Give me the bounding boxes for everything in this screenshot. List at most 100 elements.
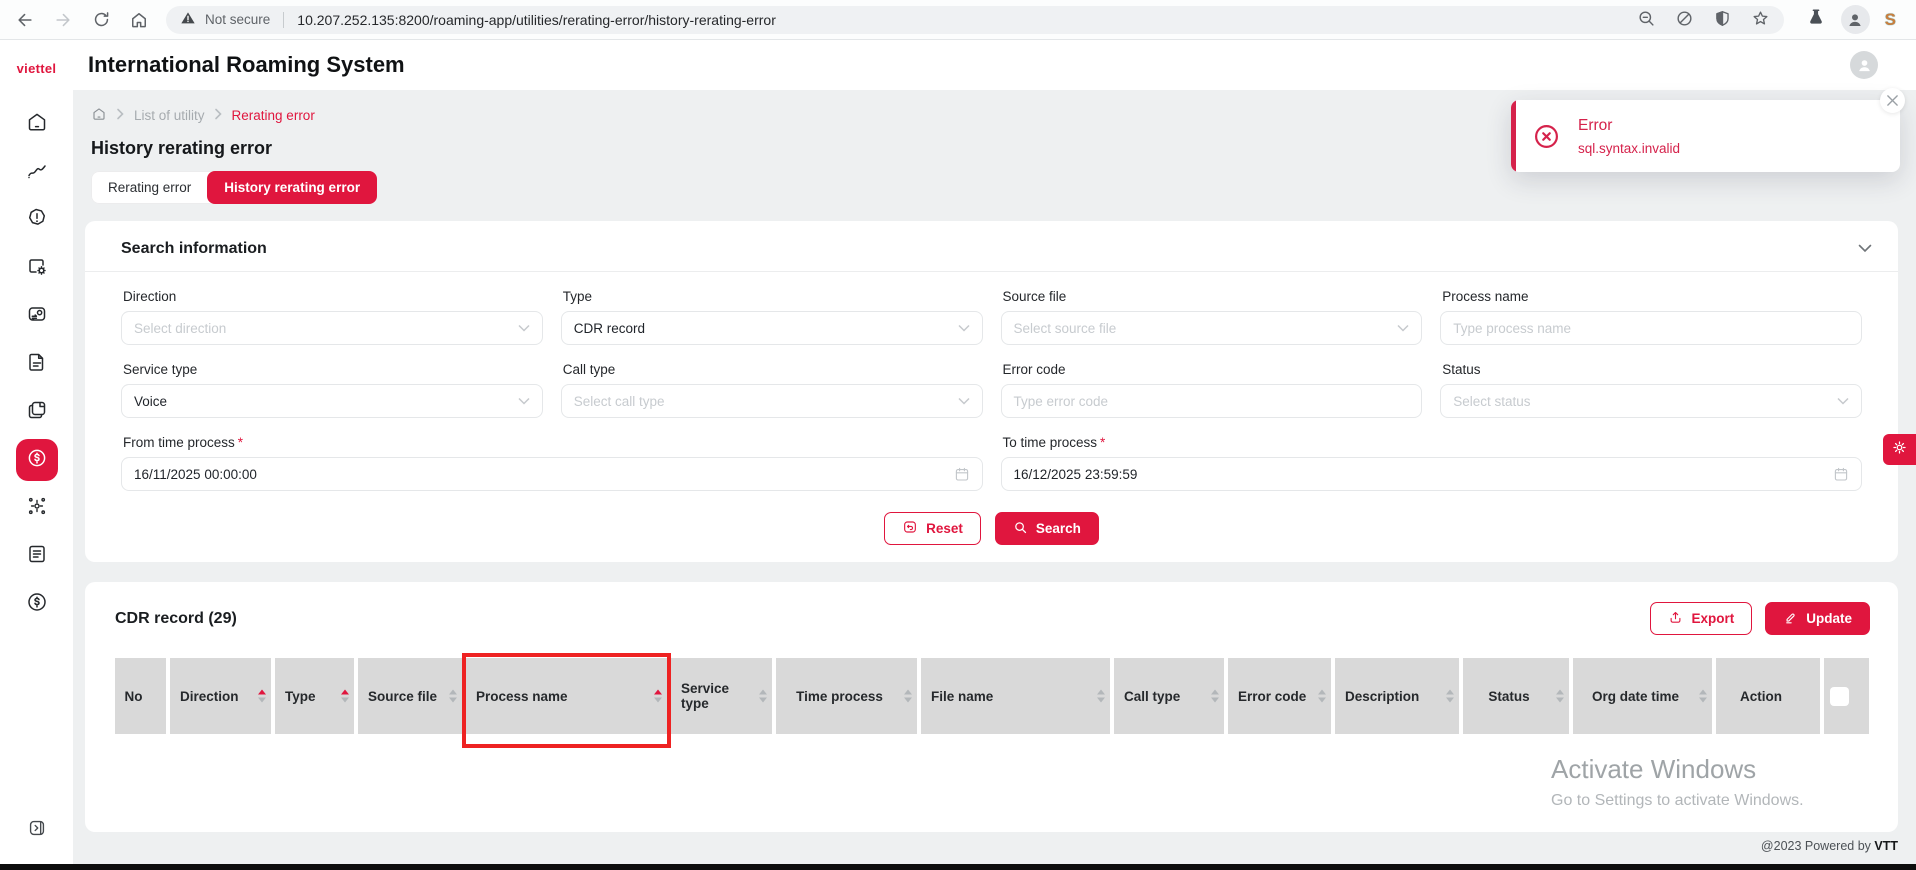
column-header-service-type[interactable]: Service type [671,658,772,734]
sort-icons [1446,689,1454,703]
address-bar[interactable]: Not secure 10.207.252.135:8200/roaming-a… [166,5,1784,34]
search-button[interactable]: Search [994,512,1099,545]
select-all-checkbox[interactable] [1830,686,1849,706]
footer-brand: VTT [1874,839,1898,853]
breadcrumb-home-icon[interactable] [91,106,107,125]
toast-close-icon[interactable] [1880,88,1905,113]
type-select[interactable]: CDR record [560,311,983,345]
field-label: Service type [123,362,198,377]
sidebar-item-logs[interactable] [14,532,60,580]
sidebar-item-media[interactable] [14,292,60,340]
sort-icons [341,689,349,703]
search-panel: Search information Direction Select dire… [85,221,1898,562]
error-code-input[interactable]: Type error code [1000,384,1423,418]
from-time-input[interactable]: 16/11/2025 00:00:00 [121,457,983,491]
forward-icon[interactable] [52,9,74,31]
reload-icon[interactable] [90,9,112,31]
sidebar-item-billing[interactable] [15,439,58,481]
chevron-down-icon [1397,324,1409,332]
column-header-type[interactable]: Type [275,658,354,734]
sidebar-item-network[interactable] [14,484,60,532]
process-name-input[interactable]: Type process name [1440,311,1862,345]
column-header-select [1824,658,1869,734]
tab-history-rerating-error[interactable]: History rerating error [207,171,378,204]
sidebar-item-processing[interactable] [14,244,60,292]
shield-icon[interactable] [1713,9,1732,31]
reset-button[interactable]: Reset [884,512,981,545]
chip-settings-icon [25,254,49,283]
column-header-no: No [115,658,166,734]
sidebar-item-documents[interactable] [14,340,60,388]
zoom-out-icon[interactable] [1637,9,1656,31]
column-header-call-type[interactable]: Call type [1114,658,1224,734]
field-label: Error code [1002,362,1066,377]
call-type-select[interactable]: Select call type [560,384,983,418]
search-icon [1013,520,1028,538]
required-asterisk: * [237,435,244,450]
floating-settings-button[interactable] [1883,434,1916,465]
star-icon[interactable] [1751,9,1770,31]
column-header-error-code[interactable]: Error code [1228,658,1331,734]
edit-pencil-icon [1783,610,1798,628]
column-header-process-name[interactable]: Process name [462,653,671,748]
service-type-select[interactable]: Voice [121,384,543,418]
column-header-org-date-time[interactable]: Org date time [1573,658,1712,734]
extension-s-icon[interactable]: S [1885,10,1896,30]
column-header-time-process[interactable]: Time process [776,658,917,734]
export-button[interactable]: Export [1650,602,1753,635]
chevron-down-icon [518,397,530,405]
sidebar-item-home[interactable] [14,100,60,148]
blocked-icon[interactable] [1675,9,1694,31]
sidebar-item-reports[interactable] [14,148,60,196]
column-header-source-file[interactable]: Source file [358,658,462,734]
reset-icon [902,519,918,538]
media-refresh-icon [25,302,49,331]
flask-icon[interactable] [1806,7,1826,32]
user-avatar[interactable] [1850,51,1878,79]
profile-icon[interactable] [1840,5,1870,34]
to-time-field: To time process * 16/12/2025 23:59:59 [1000,435,1862,491]
column-header-description[interactable]: Description [1335,658,1459,734]
update-button[interactable]: Update [1765,602,1870,635]
sidebar-item-files[interactable] [14,388,60,436]
type-field: Type CDR record [560,289,983,345]
sidebar-collapse-button[interactable] [14,806,60,854]
address-bar-actions [1637,9,1770,31]
sort-icons [1556,689,1564,703]
calendar-icon[interactable] [1833,466,1849,482]
chevron-down-icon [1837,397,1849,405]
screen: Not secure 10.207.252.135:8200/roaming-a… [0,0,1916,870]
toast-message: sql.syntax.invalid [1578,140,1681,156]
breadcrumb-item[interactable]: List of utility [134,108,205,123]
home-icon [25,110,49,139]
calendar-icon[interactable] [954,466,970,482]
home-button-icon[interactable] [128,9,150,31]
toast-accent-bar [1511,100,1516,172]
address-separator [283,11,285,28]
back-icon[interactable] [14,9,36,31]
report-list-icon [25,542,49,571]
to-time-input[interactable]: 16/12/2025 23:59:59 [1000,457,1862,491]
taskbar-edge [0,864,1916,870]
source-file-field: Source file Select source file [1000,289,1423,345]
sidebar-item-finance[interactable] [14,580,60,628]
column-header-action: Action [1716,658,1820,734]
field-label: Process name [1442,289,1529,304]
document-icon [25,350,49,379]
pages-icon [25,398,49,427]
status-select[interactable]: Select status [1440,384,1862,418]
sort-icons [1699,689,1707,703]
footer: @2023 Powered by VTT [1760,839,1898,853]
sort-icons [1318,689,1326,703]
column-header-file-name[interactable]: File name [921,658,1110,734]
required-asterisk: * [1100,435,1106,450]
network-nodes-icon [25,494,49,523]
column-header-status[interactable]: Status [1463,658,1569,734]
panel-collapse-icon[interactable] [1858,240,1872,258]
source-file-select[interactable]: Select source file [1000,311,1423,345]
tab-rerating-error[interactable]: Rerating error [91,171,218,204]
sidebar-item-alerts[interactable] [14,196,60,244]
sidebar: viettel [0,40,73,870]
column-header-direction[interactable]: Direction [170,658,271,734]
direction-select[interactable]: Select direction [121,311,543,345]
